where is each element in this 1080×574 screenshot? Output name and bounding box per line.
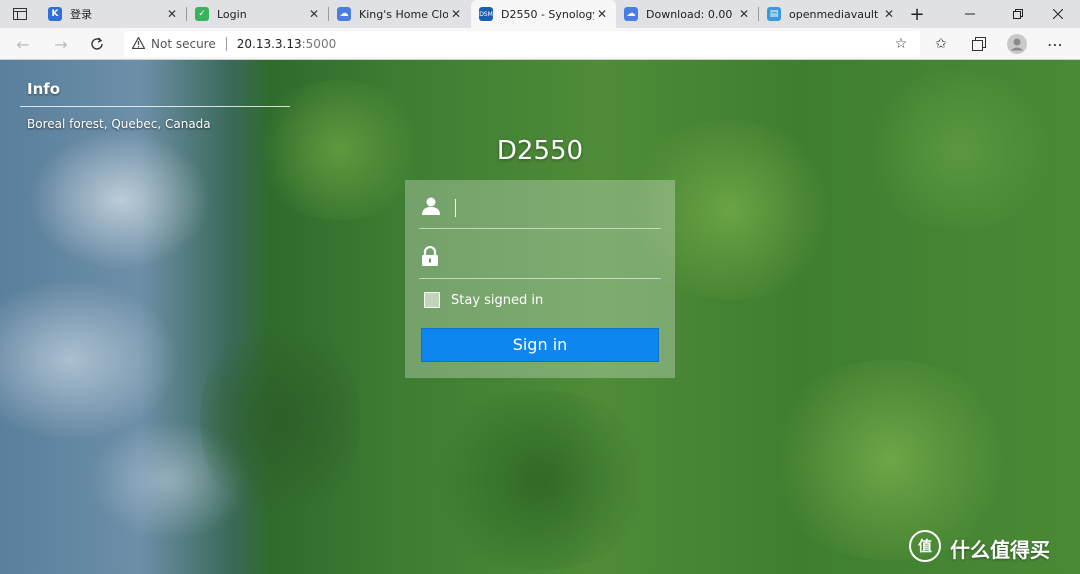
omv-icon: ▤ bbox=[767, 7, 781, 21]
minimize-icon[interactable] bbox=[948, 0, 992, 28]
info-divider bbox=[20, 106, 290, 107]
close-icon[interactable]: ✕ bbox=[164, 7, 180, 21]
tab-title: King's Home Cloud bbox=[359, 7, 448, 21]
lock-icon bbox=[421, 245, 441, 268]
tab-bar: K 登录 ✕ ✓ Login ✕ ☁ King's Home Cloud ✕ D… bbox=[0, 0, 1080, 28]
security-label[interactable]: Not secure bbox=[151, 37, 216, 51]
tab-title: 登录 bbox=[70, 8, 92, 21]
url-host: 20.13.3.13 bbox=[236, 37, 302, 51]
forest-texture bbox=[420, 390, 660, 570]
smzdm-logo-icon: 值 bbox=[909, 530, 941, 562]
close-icon[interactable]: ✕ bbox=[594, 7, 610, 21]
tab-title: Download: 0.00 B/s bbox=[646, 7, 736, 21]
tab-openmediavault[interactable]: ▤ openmediavault co ✕ bbox=[759, 0, 903, 28]
info-text: Boreal forest, Quebec, Canada bbox=[27, 117, 211, 131]
forest-texture bbox=[200, 310, 360, 530]
username-field bbox=[419, 184, 661, 229]
refresh-icon[interactable] bbox=[84, 32, 110, 56]
tab-title: openmediavault co bbox=[789, 7, 881, 21]
tab-login[interactable]: ✓ Login ✕ bbox=[187, 0, 328, 28]
restore-icon[interactable] bbox=[996, 0, 1040, 28]
k-logo-icon: K bbox=[48, 7, 62, 21]
close-icon[interactable]: ✕ bbox=[448, 7, 464, 21]
add-favorite-icon[interactable]: ☆ bbox=[888, 32, 914, 56]
tab-title: D2550 - Synology D bbox=[501, 7, 594, 21]
username-input[interactable] bbox=[457, 194, 661, 220]
profile-avatar-icon[interactable] bbox=[1004, 32, 1030, 56]
dsm-login-page: Info Boreal forest, Quebec, Canada D2550… bbox=[0, 60, 1080, 574]
shield-check-icon: ✓ bbox=[195, 7, 209, 21]
address-bar[interactable]: Not secure 20.13.3.13:5000 bbox=[124, 31, 920, 57]
tab-actions-icon[interactable] bbox=[0, 0, 40, 28]
address-divider bbox=[225, 37, 227, 51]
url-port: :5000 bbox=[301, 37, 337, 51]
sign-in-button[interactable]: Sign in bbox=[421, 328, 659, 362]
stay-signed-in-checkbox[interactable] bbox=[424, 292, 440, 308]
tab-kings-home-cloud[interactable]: ☁ King's Home Cloud ✕ bbox=[329, 0, 470, 28]
close-window-icon[interactable] bbox=[1036, 0, 1080, 28]
forest-texture bbox=[250, 80, 430, 220]
favorites-icon[interactable]: ✩ bbox=[928, 32, 954, 56]
stay-signed-in-label[interactable]: Stay signed in bbox=[451, 293, 543, 308]
warning-triangle-icon[interactable] bbox=[131, 35, 146, 52]
hostname-title: D2550 bbox=[496, 136, 584, 166]
tab-title: Login bbox=[217, 7, 247, 21]
forward-icon[interactable]: → bbox=[48, 32, 74, 56]
forest-texture bbox=[760, 360, 1020, 560]
login-panel: Stay signed in Sign in bbox=[405, 180, 675, 378]
tab-login-cn[interactable]: K 登录 ✕ bbox=[40, 0, 186, 28]
close-icon[interactable]: ✕ bbox=[736, 7, 752, 21]
forest-texture bbox=[860, 70, 1060, 230]
text-caret bbox=[455, 199, 456, 217]
new-tab-button[interactable]: + bbox=[903, 0, 931, 28]
more-options-icon[interactable]: ⋯ bbox=[1042, 32, 1068, 56]
cloud-icon: ☁ bbox=[337, 7, 351, 21]
back-icon[interactable]: ← bbox=[10, 32, 36, 56]
tab-d2550-synology[interactable]: DSM D2550 - Synology D ✕ bbox=[471, 0, 616, 28]
password-field bbox=[419, 234, 661, 279]
collections-icon[interactable] bbox=[966, 32, 992, 56]
close-icon[interactable]: ✕ bbox=[306, 7, 322, 21]
cloud-download-icon: ☁ bbox=[624, 7, 638, 21]
info-title: Info bbox=[27, 80, 61, 98]
password-input[interactable] bbox=[457, 244, 661, 270]
tab-download[interactable]: ☁ Download: 0.00 B/s ✕ bbox=[616, 0, 758, 28]
user-icon bbox=[421, 196, 441, 218]
close-icon[interactable]: ✕ bbox=[881, 7, 897, 21]
dsm-icon: DSM bbox=[479, 7, 493, 21]
browser-toolbar: ← → Not secure 20.13.3.13:5000 ☆ ✩ ⋯ bbox=[0, 28, 1080, 60]
watermark-text: 什么值得买 bbox=[950, 538, 1050, 562]
